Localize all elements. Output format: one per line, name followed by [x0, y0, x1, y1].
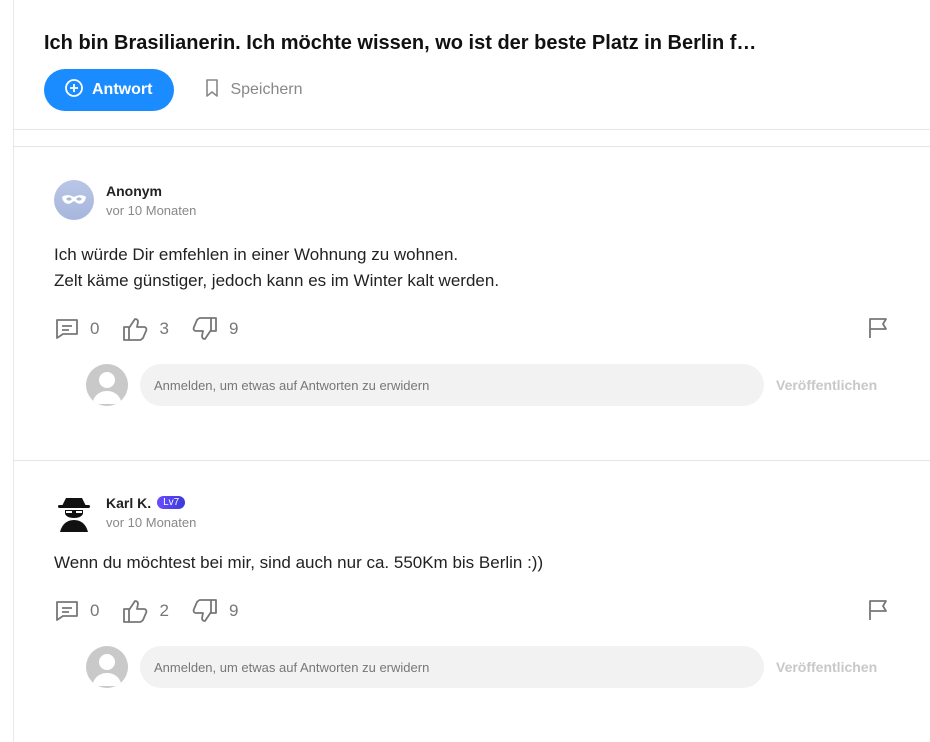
answer-button[interactable]: Antwort [44, 69, 175, 111]
bookmark-icon [204, 78, 220, 103]
like-count: 2 [159, 601, 169, 620]
reaction-bar: 0 2 9 [54, 596, 892, 626]
comment-button[interactable]: 0 [54, 317, 99, 341]
answer-text: Ich würde Dir emfehlen in einer Wohnung … [54, 242, 892, 294]
reply-input[interactable] [140, 364, 764, 406]
left-border [13, 0, 14, 742]
answer-text-line: Wenn du möchtest bei mir, sind auch nur … [54, 553, 544, 572]
post-time: vor 10 Monaten [106, 514, 197, 530]
answer-divider [13, 460, 930, 461]
dislike-button[interactable]: 9 [191, 598, 238, 624]
answer-button-label: Antwort [92, 81, 153, 98]
dislike-count: 9 [228, 601, 239, 620]
report-button[interactable] [866, 316, 892, 345]
like-button[interactable]: 2 [121, 598, 169, 624]
reply-input[interactable] [140, 646, 764, 688]
thumbs-up-icon [123, 318, 148, 341]
comment-button[interactable]: 0 [54, 599, 99, 623]
reply-row: Veröffentlichen [86, 364, 892, 406]
question-title: Ich bin Brasilianerin. Ich möchte wissen… [44, 32, 757, 54]
user-avatar [86, 646, 128, 688]
answer-text-line: Zelt käme günstiger, jedoch kann es im W… [54, 271, 500, 290]
thumbs-down-icon [192, 599, 217, 622]
flag-icon [869, 318, 887, 338]
comment-count: 0 [90, 601, 100, 620]
save-button-label: Speichern [230, 81, 303, 98]
report-button[interactable] [866, 598, 892, 627]
question-actions: Antwort Speichern [44, 69, 930, 111]
answer-text: Wenn du möchtest bei mir, sind auch nur … [54, 550, 892, 576]
author-name[interactable]: Anonym [106, 183, 196, 199]
like-count: 3 [159, 319, 169, 338]
like-button[interactable]: 3 [121, 316, 169, 342]
avatar[interactable] [54, 180, 94, 220]
comment-icon [56, 319, 78, 339]
comment-count: 0 [90, 319, 100, 338]
dislike-button[interactable]: 9 [191, 316, 238, 342]
answer-card: Karl K. Lv7 vor 10 Monaten Wenn du möcht… [54, 492, 892, 688]
header-divider [13, 129, 930, 130]
level-badge: Lv7 [157, 496, 186, 509]
question-header: Ich bin Brasilianerin. Ich möchte wissen… [44, 30, 930, 111]
answer-author: Karl K. Lv7 vor 10 Monaten [54, 492, 892, 532]
answer-text-line: Ich würde Dir emfehlen in einer Wohnung … [54, 245, 459, 264]
thumbs-down-icon [192, 317, 217, 340]
reaction-bar: 0 3 9 [54, 314, 892, 344]
publish-button[interactable]: Veröffentlichen [776, 659, 877, 675]
avatar[interactable] [54, 492, 94, 532]
answer-author: Anonym vor 10 Monaten [54, 180, 892, 220]
plus-circle-icon [64, 78, 84, 103]
user-icon [92, 654, 122, 686]
flag-icon [869, 600, 887, 620]
reply-row: Veröffentlichen [86, 646, 892, 688]
save-button[interactable]: Speichern [204, 78, 302, 103]
dislike-count: 9 [228, 319, 239, 338]
post-time: vor 10 Monaten [106, 202, 197, 218]
user-avatar [86, 364, 128, 406]
spy-icon [58, 498, 90, 532]
thumbs-up-icon [123, 600, 148, 623]
user-icon [92, 372, 122, 404]
author-name[interactable]: Karl K. Lv7 [106, 495, 196, 511]
section-divider [13, 146, 930, 147]
mask-icon [62, 195, 86, 204]
answer-card: Anonym vor 10 Monaten Ich würde Dir emfe… [54, 180, 892, 406]
publish-button[interactable]: Veröffentlichen [776, 377, 877, 393]
comment-icon [56, 601, 78, 621]
